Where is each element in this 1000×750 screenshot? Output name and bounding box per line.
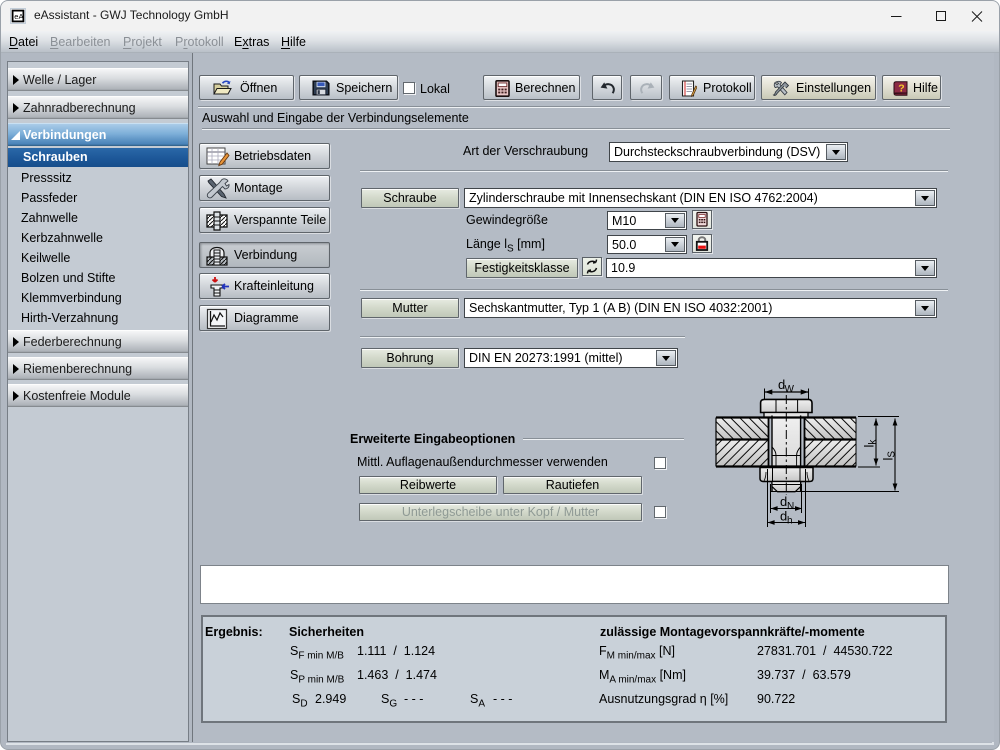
svg-text:N: N bbox=[787, 501, 794, 512]
svg-text:eA: eA bbox=[14, 12, 23, 21]
svg-text:h: h bbox=[787, 516, 793, 527]
svg-text:?: ? bbox=[898, 83, 904, 95]
svg-text:W: W bbox=[785, 384, 795, 395]
svg-text:lS: lS bbox=[881, 451, 898, 461]
svg-text:lk: lk bbox=[862, 439, 879, 448]
